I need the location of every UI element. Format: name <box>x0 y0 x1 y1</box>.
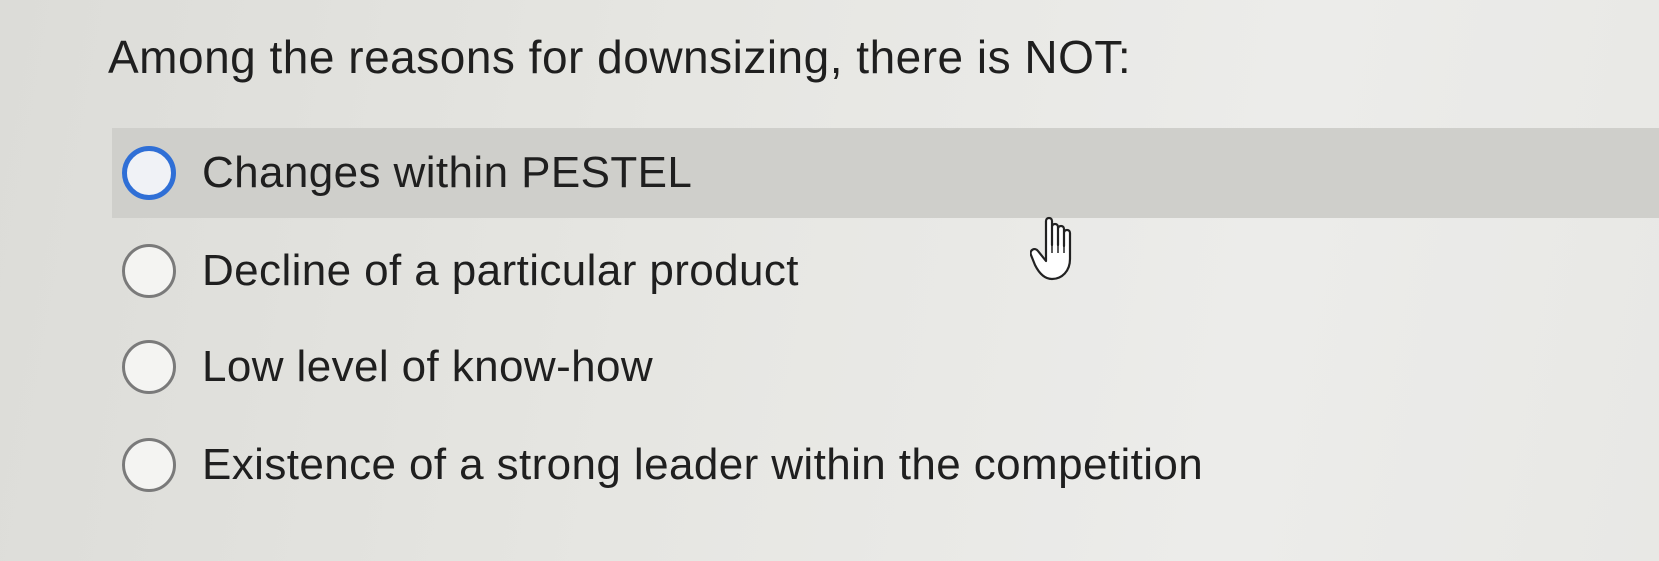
radio-button-icon[interactable] <box>122 438 176 492</box>
radio-button-icon[interactable] <box>122 340 176 394</box>
hand-pointer-icon <box>1030 216 1072 281</box>
quiz-page: Among the reasons for downsizing, there … <box>0 0 1659 561</box>
option-label: Decline of a particular product <box>202 246 799 295</box>
option-low-level-know-how[interactable]: Low level of know-how <box>112 322 653 412</box>
question-text: Among the reasons for downsizing, there … <box>108 31 1132 83</box>
option-changes-within-pestel[interactable]: Changes within PESTEL <box>112 128 1659 218</box>
option-existence-strong-leader[interactable]: Existence of a strong leader within the … <box>112 420 1203 510</box>
option-label: Changes within PESTEL <box>202 148 693 197</box>
option-label: Existence of a strong leader within the … <box>202 440 1204 489</box>
radio-button-icon[interactable] <box>122 146 176 200</box>
radio-button-icon[interactable] <box>122 244 176 298</box>
option-label: Low level of know-how <box>202 342 654 391</box>
option-decline-of-product[interactable]: Decline of a particular product <box>112 226 799 316</box>
